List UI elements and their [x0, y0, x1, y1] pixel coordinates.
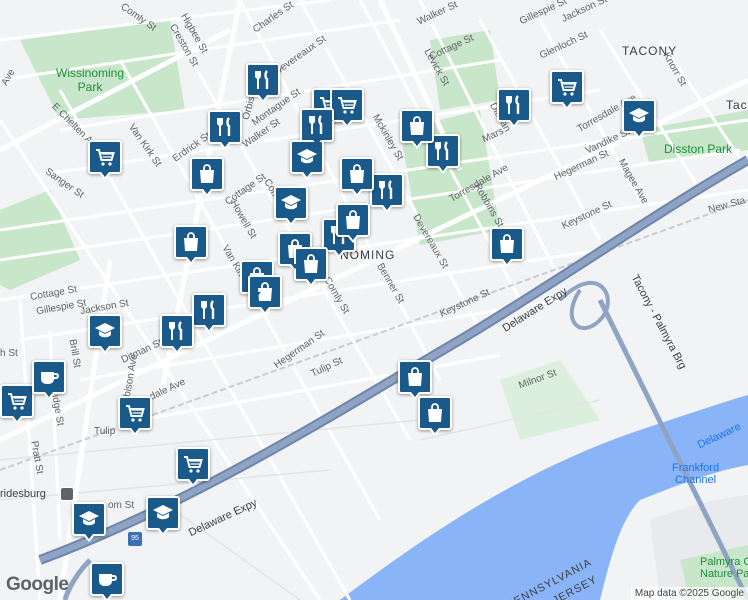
poi-pin-restaurant[interactable]	[192, 293, 226, 333]
poi-pin-school[interactable]	[290, 140, 324, 180]
area-label-tacony: TACONY	[622, 44, 678, 58]
street-label: om St	[108, 500, 135, 511]
poi-pin-school[interactable]	[146, 496, 180, 536]
poi-pin-grocery[interactable]	[118, 396, 152, 436]
poi-pin-grocery[interactable]	[176, 447, 210, 487]
poi-pin-shopping[interactable]	[190, 157, 224, 197]
google-logo: Google	[6, 574, 69, 595]
poi-pin-restaurant[interactable]	[300, 108, 334, 148]
park-label-disston: Disston Park	[664, 142, 733, 156]
poi-pin-restaurant[interactable]	[246, 63, 280, 103]
train-station-icon[interactable]	[60, 487, 74, 501]
poi-pin-shopping[interactable]	[336, 203, 370, 243]
poi-pin-shopping[interactable]	[490, 227, 524, 267]
street-label: Tulip	[94, 426, 116, 437]
water-label-frankford: Frankford Channel	[672, 462, 720, 486]
poi-pin-school[interactable]	[274, 186, 308, 226]
area-label-tacony-right: Tacy	[726, 98, 748, 112]
map-view[interactable]: Comly St Higbee St Creston St Charles St…	[0, 0, 748, 600]
poi-pin-shopping[interactable]	[340, 157, 374, 197]
poi-pin-shopping[interactable]	[174, 225, 208, 265]
poi-pin-grocery[interactable]	[550, 70, 584, 110]
poi-pin-grocery[interactable]	[0, 384, 34, 424]
poi-pin-shopping[interactable]	[398, 360, 432, 400]
poi-pin-school[interactable]	[88, 314, 122, 354]
poi-pin-school[interactable]	[72, 502, 106, 542]
poi-pin-grocery[interactable]	[88, 140, 122, 180]
poi-pin-restaurant[interactable]	[160, 314, 194, 354]
poi-pin-restaurant[interactable]	[208, 110, 242, 150]
park-label-palmyra: Palmyra C Nature Pa	[700, 556, 748, 580]
poi-pin-restaurant[interactable]	[370, 173, 404, 213]
i95-shield: 95	[128, 532, 142, 546]
map-attribution: Map data ©2025 Google	[630, 587, 748, 600]
poi-pin-shopping[interactable]	[400, 109, 434, 149]
poi-pin-cafe[interactable]	[32, 360, 66, 400]
poi-pin-cafe[interactable]	[90, 562, 124, 600]
street-label: h St	[0, 348, 18, 359]
poi-pin-school[interactable]	[622, 99, 656, 139]
park-label-wissinoming: Wissinoming Park	[56, 66, 125, 94]
poi-pin-restaurant[interactable]	[497, 88, 531, 128]
poi-pin-shopping[interactable]	[294, 247, 328, 287]
area-label-bridesburg: ridesburg	[0, 488, 46, 500]
poi-pin-shopping[interactable]	[418, 396, 452, 436]
poi-pin-grocery[interactable]	[330, 88, 364, 128]
